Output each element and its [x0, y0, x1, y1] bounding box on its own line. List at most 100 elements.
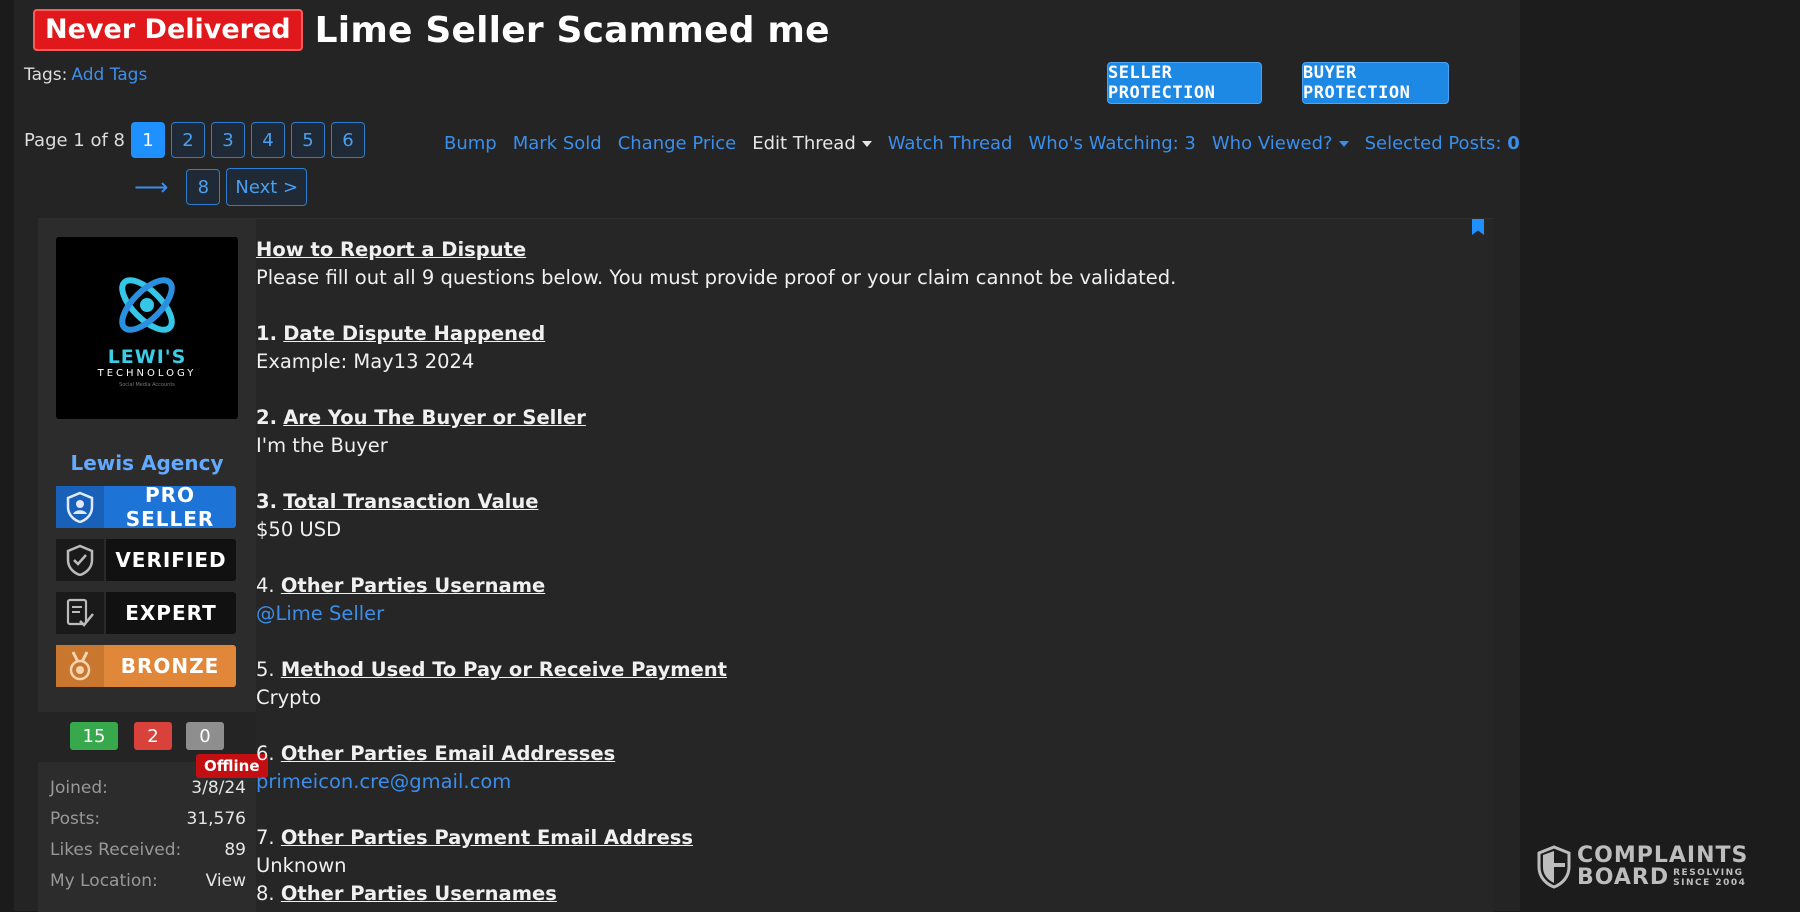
info-posts: Posts: 31,576	[50, 809, 246, 829]
answer-5: Crypto	[256, 686, 322, 709]
question-text: Other Parties Usernames	[280, 882, 557, 905]
verified-badge: VERIFIED	[56, 539, 236, 581]
edit-thread-menu[interactable]: Edit Thread	[752, 133, 872, 154]
logo-subtitle: TECHNOLOGY	[97, 368, 197, 379]
logo-tagline: Social Media Accounts	[119, 382, 175, 388]
thread-prefix-badge[interactable]: Never Delivered	[33, 9, 303, 51]
question-number: 3.	[256, 490, 277, 513]
question-3: 3. Total Transaction Value	[256, 488, 538, 516]
info-location: My Location: View	[50, 871, 246, 891]
dispute-guide-link[interactable]: How to Report a Dispute	[256, 238, 526, 261]
add-tags-link[interactable]: Add Tags	[71, 65, 147, 85]
tags-row: Tags: Add Tags	[24, 65, 147, 85]
whos-watching-link[interactable]: Who's Watching: 3	[1028, 133, 1195, 154]
answer-1: Example: May13 2024	[256, 350, 475, 373]
info-joined: Joined: 3/8/24	[50, 778, 246, 798]
badge-label: EXPERT	[125, 601, 217, 625]
info-value[interactable]: View	[206, 871, 246, 891]
question-number: 5.	[256, 658, 275, 681]
question-text: Total Transaction Value	[283, 490, 539, 513]
question-4: 4. Other Parties Username	[256, 572, 545, 600]
question-1: 1. Date Dispute Happened	[256, 320, 545, 348]
username-link[interactable]: Lewis Agency	[38, 451, 256, 475]
answer-3: $50 USD	[256, 518, 342, 541]
who-viewed-menu[interactable]: Who Viewed?	[1212, 133, 1349, 154]
question-6: 6. Other Parties Email Addresses	[256, 740, 615, 768]
question-8: 8. Other Parties Usernames	[256, 880, 557, 908]
brand-name: COMPLAINTS BOARD RESOLVING SINCE 2004	[1577, 845, 1748, 889]
post-intro: Please fill out all 9 questions below. Y…	[256, 266, 1177, 289]
badge-label: BRONZE	[120, 654, 220, 678]
page-button-3[interactable]: 3	[211, 122, 245, 158]
shield-check-icon	[56, 539, 106, 581]
brand-line-2: BOARD	[1577, 865, 1670, 890]
answer-2: I'm the Buyer	[256, 434, 388, 457]
next-page-button[interactable]: Next >	[226, 168, 308, 206]
question-number: 1.	[256, 322, 277, 345]
question-number: 4.	[256, 574, 275, 597]
question-text: Other Parties Username	[280, 574, 546, 597]
mark-sold-link[interactable]: Mark Sold	[513, 133, 602, 154]
logo-name: LEWI'S	[107, 346, 187, 368]
thread-title-row: Never Delivered Lime Seller Scammed me	[33, 8, 830, 52]
tags-label: Tags:	[24, 65, 68, 85]
answer-7: Unknown	[256, 854, 347, 877]
change-price-link[interactable]: Change Price	[618, 133, 737, 154]
info-value: 31,576	[186, 809, 246, 829]
expert-badge: EXPERT	[56, 592, 236, 634]
question-text: Are You The Buyer or Seller	[283, 406, 586, 429]
brand-tagline: RESOLVING SINCE 2004	[1673, 868, 1746, 888]
seller-protection-button[interactable]: SELLER PROTECTION	[1107, 62, 1262, 104]
post-heading: How to Report a Dispute	[256, 236, 526, 264]
info-value: 89	[224, 840, 246, 860]
positive-count[interactable]: 15	[70, 722, 118, 750]
pagination-row-2: ⟶ 8 Next >	[134, 168, 308, 206]
watch-thread-link[interactable]: Watch Thread	[888, 133, 1013, 154]
right-margin	[1520, 0, 1800, 911]
document-check-icon	[56, 592, 106, 634]
pagination: Page 1 of 8 1 2 3 4 5 6	[24, 122, 371, 158]
neutral-count[interactable]: 0	[186, 722, 224, 750]
shield-user-icon	[56, 486, 104, 528]
page-button-2[interactable]: 2	[171, 122, 205, 158]
complaints-board-watermark: COMPLAINTS BOARD RESOLVING SINCE 2004	[1537, 845, 1748, 889]
page-button-5[interactable]: 5	[291, 122, 325, 158]
info-label: Posts:	[50, 809, 101, 829]
info-label: Likes Received:	[50, 840, 182, 860]
question-7: 7. Other Parties Payment Email Address	[256, 824, 693, 852]
question-number: 2.	[256, 406, 277, 429]
badge-label: PRO SELLER	[125, 483, 215, 531]
info-label: Joined:	[50, 778, 108, 798]
question-text: Other Parties Email Addresses	[280, 742, 616, 765]
question-text: Date Dispute Happened	[283, 322, 546, 345]
question-number: 6.	[256, 742, 275, 765]
arrow-right-icon: ⟶	[134, 173, 169, 201]
question-2: 2. Are You The Buyer or Seller	[256, 404, 586, 432]
avatar[interactable]: LEWI'S TECHNOLOGY Social Media Accounts	[56, 237, 238, 419]
selected-posts[interactable]: Selected Posts: 0	[1365, 133, 1520, 154]
page-button-4[interactable]: 4	[251, 122, 285, 158]
bump-link[interactable]: Bump	[444, 133, 497, 154]
question-5: 5. Method Used To Pay or Receive Payment	[256, 656, 727, 684]
brand-line-2-row: BOARD RESOLVING SINCE 2004	[1577, 867, 1748, 889]
brand-tagline-1: RESOLVING	[1673, 868, 1744, 878]
brand-tagline-2: SINCE 2004	[1673, 878, 1747, 888]
page-label: Page 1 of 8	[24, 129, 125, 151]
negative-count[interactable]: 2	[134, 722, 172, 750]
page-button-6[interactable]: 6	[331, 122, 365, 158]
question-number: 7.	[256, 826, 275, 849]
bronze-badge: BRONZE	[56, 645, 236, 687]
page-button-1[interactable]: 1	[131, 122, 165, 158]
thread-title: Lime Seller Scammed me	[314, 9, 830, 51]
question-number: 8.	[256, 882, 275, 905]
brand-line-1: COMPLAINTS	[1577, 843, 1749, 868]
selected-posts-label: Selected Posts:	[1364, 133, 1502, 154]
shield-logo-icon	[1537, 845, 1571, 889]
pro-seller-badge: PRO SELLER	[56, 483, 236, 531]
buyer-protection-button[interactable]: BUYER PROTECTION	[1302, 62, 1449, 104]
info-value: 3/8/24	[191, 778, 246, 798]
email-link[interactable]: primeicon.cre@gmail.com	[256, 768, 511, 796]
page-button-last[interactable]: 8	[186, 169, 221, 205]
edit-thread-label: Edit Thread	[752, 133, 856, 154]
mention-link[interactable]: @Lime Seller	[256, 600, 384, 628]
